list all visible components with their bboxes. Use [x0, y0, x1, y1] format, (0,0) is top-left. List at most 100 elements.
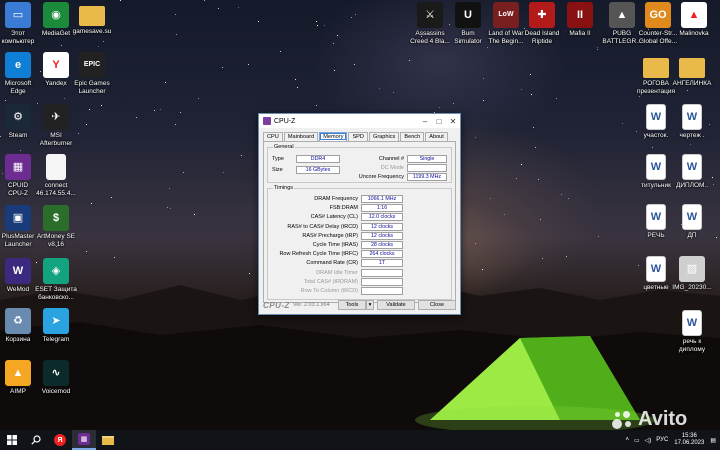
search-icon[interactable]: [24, 430, 48, 450]
timing-value: 1T: [361, 259, 403, 268]
desktop-shortcut-label: Malinovka: [679, 30, 709, 37]
timing-value: 12.0 clocks: [361, 213, 403, 222]
taskbar: Я ▦ ˄ ▭ ◁) РУС 15:36 17.06.2023 ▤: [0, 430, 720, 450]
cpuz-window[interactable]: CPU-Z – □ ✕ CPU Mainboard Memory SPD Graphic…: [258, 113, 461, 315]
network-icon[interactable]: ▭: [634, 437, 640, 444]
timing-label: DRAM Frequency: [314, 196, 358, 202]
timing-row: DRAM Idle Timer: [272, 268, 403, 277]
tab-bench[interactable]: Bench: [400, 132, 425, 141]
timing-label: FSB:DRAM: [329, 205, 358, 212]
dc-mode-value: [407, 164, 447, 172]
desktop-shortcut[interactable]: Wречь к диплому: [660, 310, 720, 374]
tab-cpu[interactable]: CPU: [263, 132, 283, 141]
desktop-shortcut-label: речь к диплому: [678, 338, 706, 353]
system-tray: ˄ ▭ ◁) РУС 15:36 17.06.2023 ▤: [625, 430, 720, 450]
dc-mode-label: DC Mode: [380, 165, 404, 171]
timing-label: Row To Column (tRCD): [300, 288, 358, 294]
notifications-icon[interactable]: ▤: [710, 437, 716, 444]
taskbar-cpuz-icon[interactable]: ▦: [72, 430, 96, 450]
validate-button[interactable]: Validate: [377, 300, 415, 310]
timings-group: Timings DRAM Frequency 1066.1 MHz FSB:DRAM…: [267, 185, 452, 300]
tab-spd[interactable]: SPD: [348, 132, 368, 141]
desktop-shortcut-label: Telegram: [42, 336, 70, 343]
type-value: DDR4: [296, 155, 340, 163]
timing-value: 28 clocks: [361, 241, 403, 249]
tab-about[interactable]: About: [425, 132, 448, 141]
timing-label: Row Refresh Cycle Time (tRFC): [279, 251, 358, 258]
artmoney-icon: $: [43, 205, 69, 231]
word-doc-icon: W: [682, 104, 702, 130]
timing-row: RAS# Precharge (tRP) 12 clocks: [272, 231, 403, 240]
timing-row: DRAM Frequency 1066.1 MHz: [272, 195, 403, 203]
desktop-shortcut-label: IMG_20230...: [672, 284, 712, 291]
timing-label: Command Rate (CR): [306, 260, 358, 267]
minimize-icon[interactable]: –: [418, 114, 432, 128]
timing-value: 1:16: [361, 204, 403, 213]
timing-label: DRAM Idle Timer: [316, 269, 358, 276]
timing-row: Row To Column (tRCD): [272, 287, 403, 295]
close-icon[interactable]: ✕: [446, 114, 460, 128]
taskbar-file-explorer-icon[interactable]: [96, 430, 120, 450]
timing-label: CAS# Latency (CL): [310, 214, 358, 221]
volume-icon[interactable]: ◁): [645, 437, 652, 444]
epic-games-icon: EPIC: [79, 52, 105, 78]
tools-button[interactable]: Tools: [338, 300, 366, 310]
tray-chevron-icon[interactable]: ˄: [625, 437, 629, 443]
tools-button-label: Tools: [345, 302, 359, 308]
window-titlebar[interactable]: CPU-Z – □ ✕: [259, 114, 460, 128]
taskbar-clock[interactable]: 15:36 17.06.2023: [674, 433, 704, 447]
tab-bar: CPU Mainboard Memory SPD Graphics Bench About: [259, 128, 460, 141]
desktop-shortcut-label: ДИПЛОМ..: [675, 182, 709, 189]
word-doc-icon: W: [682, 310, 702, 336]
tab-memory[interactable]: Memory: [319, 132, 348, 141]
cpuz-app-icon: [263, 117, 271, 125]
desktop-shortcut-label: АНГЕЛИНКА: [672, 80, 712, 87]
timing-value: 1066.1 MHz: [361, 195, 403, 203]
word-doc-icon: W: [682, 204, 702, 230]
size-label: Size: [272, 167, 283, 173]
general-group-title: General: [273, 144, 295, 150]
cpuz-logo: CPU-Z: [263, 300, 290, 310]
desktop-shortcut-label: Epic Games Launcher: [74, 80, 110, 95]
eset-icon: ◈: [43, 258, 69, 284]
tools-dropdown-arrow-icon[interactable]: ▾: [366, 300, 374, 310]
desktop-shortcut[interactable]: ∿ Voicemod: [24, 360, 88, 424]
window-footer: CPU-Z Ver. 2.03.1.x64 Tools ▾ Validate C…: [263, 299, 456, 311]
taskbar-yandex-icon[interactable]: Я: [48, 430, 72, 450]
maximize-icon[interactable]: □: [432, 114, 446, 128]
timing-label: RAS# Precharge (tRP): [302, 232, 358, 239]
avito-logo-icon: [612, 409, 634, 431]
malinovka-icon: ▲: [681, 2, 707, 28]
channel-label: Channel #: [378, 156, 404, 162]
validate-button-label: Validate: [386, 302, 406, 308]
tab-graphics[interactable]: Graphics: [368, 132, 400, 141]
clock-time: 15:36: [681, 433, 697, 439]
language-indicator[interactable]: РУС: [656, 437, 668, 443]
memory-panel: General Type DDR4 Size 16 GBytes Channel…: [263, 141, 456, 303]
start-windows-icon[interactable]: [0, 430, 24, 450]
timing-label: Cycle Time (tRAS): [312, 242, 358, 248]
uncore-frequency-value: 1199.3 MHz: [407, 173, 447, 181]
tab-mainboard[interactable]: Mainboard: [283, 132, 319, 141]
clock-date: 17.06.2023: [674, 440, 705, 446]
timing-row: Total CAS# (tRDRAM): [272, 277, 403, 286]
timing-row: Row Refresh Cycle Time (tRFC) 264 clocks: [272, 250, 403, 259]
avito-watermark-text: Avito: [638, 408, 688, 430]
image-file-icon: ▨: [679, 256, 705, 282]
timing-row: Command Rate (CR) 1T: [272, 259, 403, 268]
timing-label: Total CAS# (tRDRAM): [303, 278, 358, 285]
timing-value: [361, 287, 403, 295]
type-label: Type: [272, 156, 284, 162]
close-button[interactable]: Close: [418, 300, 456, 310]
voicemod-icon: ∿: [43, 360, 69, 386]
folder-icon: [79, 6, 105, 26]
desktop-shortcut-label: ArtMoney SE v8.16: [36, 233, 76, 248]
timing-row: FSB:DRAM 1:16: [272, 204, 403, 213]
close-button-label: Close: [429, 302, 445, 308]
timing-value: [361, 277, 403, 286]
desktop-shortcut-label: MSI Afterburner: [39, 132, 73, 147]
timing-value: 264 clocks: [361, 250, 403, 259]
desktop-shortcut-label: чертеж .: [679, 132, 705, 139]
desktop-shortcut-label: ДП: [687, 232, 697, 239]
timing-value: [361, 268, 403, 277]
